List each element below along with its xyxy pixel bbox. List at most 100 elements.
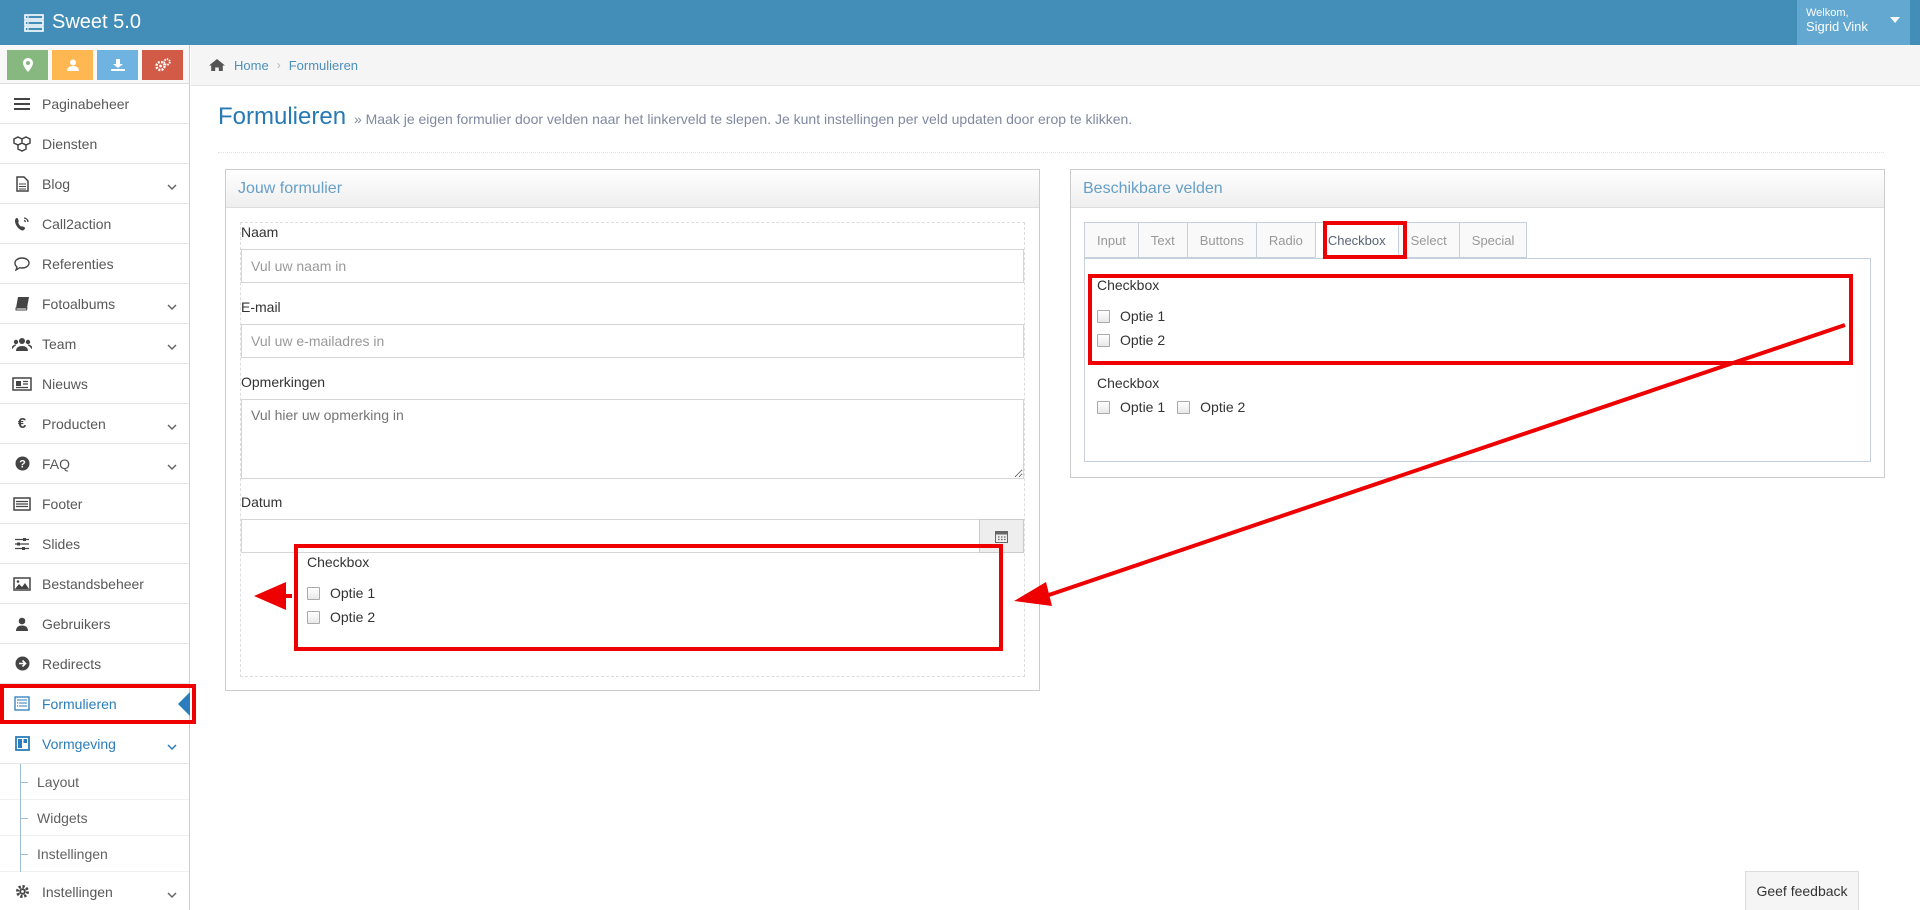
checkbox[interactable]	[307, 610, 320, 624]
form-icon	[12, 694, 32, 714]
stacked-checkbox-template[interactable]: Checkbox Optie 1 Optie 2	[1097, 277, 1165, 348]
sidebar-item-label: Referenties	[42, 255, 114, 272]
sidebar-item-footer[interactable]: Footer	[0, 484, 189, 524]
tab-radio[interactable]: Radio	[1255, 222, 1315, 258]
calendar-button[interactable]	[979, 519, 1024, 553]
sidebar-item-team[interactable]: Team	[0, 324, 189, 364]
tree-tick	[20, 818, 28, 819]
breadcrumb-current-link[interactable]: Formulieren	[289, 58, 358, 73]
sidebar-item-formulieren[interactable]: Formulieren	[0, 684, 196, 724]
page-header: Formulieren » Maak je eigen formulier do…	[218, 103, 1884, 153]
email-label: E-mail	[241, 299, 281, 315]
checkbox-label: Optie 1	[1120, 399, 1166, 415]
sidebar-item-label: Blog	[42, 175, 71, 192]
cogs-icon	[154, 58, 171, 72]
sidebar-item-paginabeheer[interactable]: Paginabeheer	[0, 84, 189, 124]
home-icon	[208, 58, 226, 72]
checkbox[interactable]	[307, 586, 320, 600]
form-builder-widget: Jouw formulier Naam E-mail Opmerkingen D…	[225, 169, 1040, 691]
available-fields-widget: Beschikbare velden Input Text Buttons Ra…	[1070, 169, 1885, 478]
chevron-down-icon	[167, 886, 177, 902]
inline-checkbox-template[interactable]: Checkbox Optie 1 Optie 2	[1097, 375, 1257, 415]
sidebar-item-label: FAQ	[42, 455, 71, 472]
tree-tick	[20, 854, 28, 855]
user-icon	[12, 614, 32, 634]
checkbox[interactable]	[1097, 400, 1110, 414]
brand[interactable]: Sweet 5.0	[24, 11, 141, 34]
sidebar-item-label: Instellingen	[42, 883, 113, 900]
question-circle-icon: ?	[12, 454, 32, 474]
sidebar-item-bestandsbeheer[interactable]: Bestandsbeheer	[0, 564, 189, 604]
sidebar-item-referenties[interactable]: Referenties	[0, 244, 189, 284]
sidebar-item-label: Gebruikers	[42, 615, 111, 632]
layout-icon	[12, 734, 32, 754]
download-icon	[110, 59, 125, 71]
shortcut-user-button[interactable]	[52, 50, 93, 80]
sidebar-item-nieuws[interactable]: Nieuws	[0, 364, 189, 404]
dropped-checkbox-group[interactable]: Checkbox Optie 1 Optie 2	[307, 554, 375, 625]
sidebar-item-slides[interactable]: Slides	[0, 524, 189, 564]
sidebar-item-label: Formulieren	[42, 695, 117, 712]
chevron-down-icon	[167, 418, 177, 434]
user-icon	[66, 59, 79, 71]
tab-checkbox[interactable]: Checkbox	[1314, 222, 1398, 258]
chevron-down-icon	[167, 298, 177, 314]
tab-special[interactable]: Special	[1458, 222, 1528, 258]
breadcrumb-home-link[interactable]: Home	[234, 58, 269, 73]
shortcut-location-button[interactable]	[7, 50, 48, 80]
checkbox-group-title: Checkbox	[1097, 375, 1160, 391]
date-label: Datum	[241, 494, 283, 510]
tab-text[interactable]: Text	[1137, 222, 1187, 258]
feedback-button[interactable]: Geef feedback	[1745, 871, 1859, 910]
sidebar-item-fotoalbums[interactable]: Fotoalbums	[0, 284, 189, 324]
checkbox[interactable]	[1097, 309, 1110, 323]
tab-select[interactable]: Select	[1397, 222, 1459, 258]
tab-input[interactable]: Input	[1084, 222, 1138, 258]
sidebar-subitem-layout[interactable]: Layout	[0, 764, 189, 800]
form-drop-area[interactable]: Naam E-mail Opmerkingen Datum Checkbox O…	[240, 222, 1025, 677]
remarks-textarea[interactable]	[241, 399, 1024, 479]
sidebar-item-diensten[interactable]: Diensten	[0, 124, 189, 164]
sidebar-item-faq[interactable]: ? FAQ	[0, 444, 189, 484]
sidebar-subitem-label: Widgets	[37, 809, 88, 826]
checkbox[interactable]	[1177, 400, 1191, 414]
app-title: Sweet 5.0	[52, 11, 141, 33]
tab-buttons[interactable]: Buttons	[1186, 222, 1256, 258]
arrow-circle-right-icon	[12, 654, 32, 674]
phone-volume-icon	[12, 214, 32, 234]
sidebar-subitem-widgets[interactable]: Widgets	[0, 800, 189, 836]
sidebar-subitem-instellingen[interactable]: Instellingen	[0, 836, 189, 872]
chevron-down-icon	[167, 458, 177, 474]
user-menu[interactable]: Welkom, Sigrid Vink	[1797, 0, 1910, 45]
sidebar-item-call2action[interactable]: Call2action	[0, 204, 189, 244]
shortcut-settings-button[interactable]	[142, 50, 183, 80]
tab-content: Checkbox Optie 1 Optie 2 Checkbox Optie …	[1084, 258, 1871, 462]
sidebar: Paginabeheer Diensten Blog Call2action R…	[0, 45, 196, 910]
date-input[interactable]	[241, 519, 981, 553]
calendar-icon	[995, 530, 1008, 543]
checkbox[interactable]	[1097, 333, 1110, 347]
sidebar-item-label: Fotoalbums	[42, 295, 116, 312]
sidebar-item-instellingen[interactable]: Instellingen	[0, 872, 189, 910]
checkbox-label: Optie 1	[1120, 308, 1166, 324]
bars-icon	[12, 94, 32, 114]
top-navbar: Sweet 5.0 Welkom, Sigrid Vink	[0, 0, 1920, 45]
sliders-icon	[12, 534, 32, 554]
name-input[interactable]	[241, 249, 1024, 283]
checkbox-label: Optie 2	[1200, 399, 1246, 415]
tree-tick	[20, 782, 28, 783]
sidebar-item-gebruikers[interactable]: Gebruikers	[0, 604, 189, 644]
field-type-tabs: Input Text Buttons Radio Checkbox Select…	[1084, 222, 1528, 258]
svg-text:?: ?	[19, 459, 26, 471]
sidebar-item-label: Producten	[42, 415, 106, 432]
sidebar-item-blog[interactable]: Blog	[0, 164, 189, 204]
shortcut-download-button[interactable]	[97, 50, 138, 80]
sidebar-item-label: Paginabeheer	[42, 95, 130, 112]
sidebar-item-producten[interactable]: € Producten	[0, 404, 189, 444]
sidebar-item-vormgeving[interactable]: Vormgeving	[0, 724, 189, 764]
email-input[interactable]	[241, 324, 1024, 358]
sidebar-item-label: Nieuws	[42, 375, 88, 392]
name-label: Naam	[241, 224, 279, 240]
sidebar-item-redirects[interactable]: Redirects	[0, 644, 189, 684]
page-description: » Maak je eigen formulier door velden na…	[353, 111, 1133, 127]
